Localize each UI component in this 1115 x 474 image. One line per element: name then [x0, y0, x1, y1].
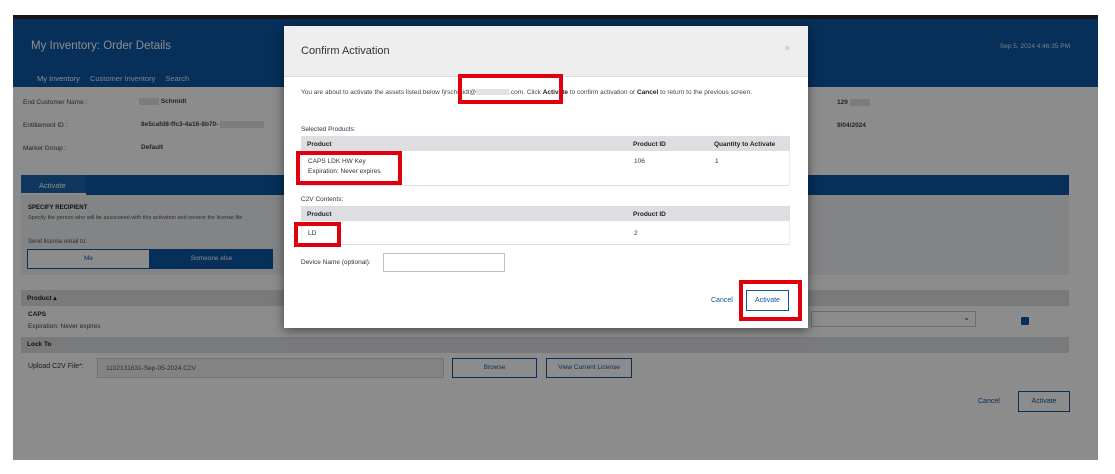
dialog-header: Confirm Activation × [284, 26, 808, 77]
quantity-to-activate: 1 [715, 158, 719, 165]
selected-products-label: Selected Products: [301, 126, 356, 133]
column-header: Product ID [633, 141, 666, 148]
column-header: Product [307, 211, 332, 218]
table-row: LD 2 [301, 221, 790, 245]
message-part: to return to the previous screen. [658, 89, 752, 96]
message-cancel-word: Cancel [637, 89, 659, 96]
message-part: to confirm activation or [568, 89, 637, 96]
product-id: 106 [634, 158, 645, 165]
column-header: Quantity to Activate [714, 141, 776, 148]
dialog-title: Confirm Activation [301, 45, 390, 57]
selected-table-header: Product Product ID Quantity to Activate [301, 136, 790, 151]
page: My Inventory: Order Details Sep 5, 2024 … [0, 0, 1115, 474]
message-part: You are about to activate the assets lis… [301, 89, 444, 96]
highlight-box [296, 151, 402, 185]
column-header: Product [307, 141, 332, 148]
c2v-contents-label: C2V Contents: [301, 196, 344, 203]
highlight-box [294, 222, 341, 247]
dialog-cancel-link[interactable]: Cancel [711, 297, 733, 304]
close-icon[interactable]: × [785, 43, 790, 53]
c2v-contents-table: Product Product ID LD 2 [301, 206, 790, 245]
c2v-table-header: Product Product ID [301, 206, 790, 221]
highlight-box [458, 74, 563, 104]
device-name-input[interactable] [383, 253, 505, 272]
device-name-label: Device Name (optional): [301, 259, 371, 266]
highlight-box [739, 280, 802, 321]
c2v-product-id: 2 [634, 230, 638, 237]
column-header: Product ID [633, 211, 666, 218]
